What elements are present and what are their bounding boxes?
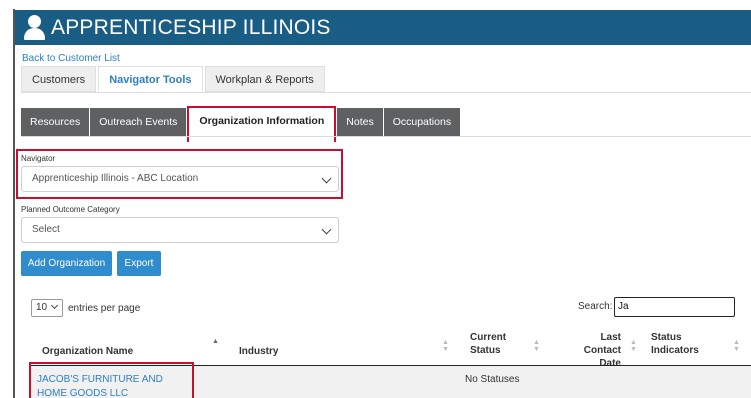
navigator-select[interactable]: Apprenticeship Illinois - ABC Location (21, 166, 339, 192)
main-tabs-divider (21, 92, 751, 93)
sort-asc-icon: ▲ (212, 338, 219, 345)
col-header-status-indicators[interactable]: Status Indicators (651, 331, 699, 357)
organization-name-link[interactable]: JACOB'S FURNITURE AND HOME GOODS LLC (37, 373, 192, 398)
col-header-industry[interactable]: Industry (239, 345, 278, 358)
sort-both-icon: ▲ ▼ (733, 339, 740, 353)
subtab-outreach-events[interactable]: Outreach Events (90, 108, 187, 136)
entries-select-value: 10 (36, 302, 48, 313)
current-status-cell: No Statuses (465, 374, 520, 385)
subtab-resources[interactable]: Resources (21, 108, 90, 136)
user-icon (23, 14, 45, 41)
app-header: APPRENTICESHIP ILLINOIS (15, 10, 751, 45)
left-border (13, 9, 15, 398)
tab-navigator-tools[interactable]: Navigator Tools (98, 66, 203, 92)
add-organization-button[interactable]: Add Organization (21, 251, 112, 276)
entries-per-page: 10 entries per page (31, 299, 140, 317)
sort-both-icon: ▲ ▼ (630, 339, 637, 353)
sort-both-icon: ▲ ▼ (533, 339, 540, 353)
entries-select[interactable]: 10 (31, 299, 63, 317)
subtab-occupations[interactable]: Occupations (383, 108, 461, 136)
entries-label: entries per page (68, 302, 141, 314)
tab-customers[interactable]: Customers (21, 66, 97, 92)
planned-outcome-select-value: Select (32, 224, 60, 235)
planned-outcome-label: Planned Outcome Category (21, 205, 120, 214)
back-to-customer-list-link[interactable]: Back to Customer List (22, 53, 120, 64)
navigator-label: Navigator (21, 154, 56, 163)
search-input[interactable]: Ja (614, 297, 735, 317)
main-tabs: Customers Navigator Tools Workplan & Rep… (21, 66, 327, 92)
sub-tabs-divider (21, 136, 751, 137)
tab-workplan-reports[interactable]: Workplan & Reports (204, 66, 325, 92)
chevron-down-icon (321, 173, 332, 184)
chevron-down-icon (50, 301, 59, 310)
app-title: APPRENTICESHIP ILLINOIS (51, 15, 331, 39)
chevron-down-icon (321, 224, 332, 235)
export-button[interactable]: Export (117, 251, 161, 276)
col-header-organization-name[interactable]: Organization Name (42, 345, 133, 358)
sort-both-icon: ▲ ▼ (442, 339, 449, 353)
navigator-select-value: Apprenticeship Illinois - ABC Location (32, 173, 199, 184)
sub-tabs: Resources Outreach Events Organization I… (21, 106, 461, 142)
subtab-notes[interactable]: Notes (337, 108, 383, 136)
planned-outcome-select[interactable]: Select (21, 217, 339, 243)
search-label: Search: (578, 301, 613, 312)
col-header-current-status[interactable]: Current Status (470, 331, 506, 357)
